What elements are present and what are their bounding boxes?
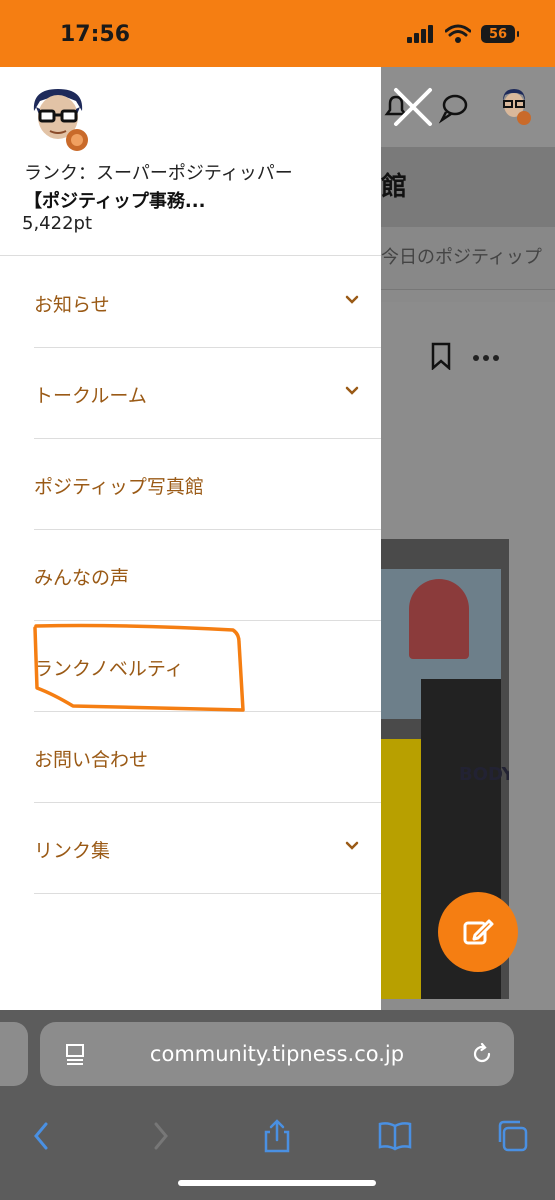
tabs-icon[interactable] xyxy=(494,1118,530,1154)
reload-icon[interactable] xyxy=(470,1042,494,1066)
wifi-icon xyxy=(445,24,471,43)
bookmarks-icon[interactable] xyxy=(377,1118,413,1154)
highlight-annotation xyxy=(33,623,245,712)
address-bar[interactable]: community.tipness.co.jp xyxy=(40,1022,514,1086)
status-icons: 56 xyxy=(407,24,519,44)
menu-item-label: お知らせ xyxy=(34,294,110,316)
battery-icon: 56 xyxy=(481,25,519,43)
forward-icon[interactable] xyxy=(142,1118,178,1154)
edit-icon xyxy=(463,919,494,945)
user-name: 【ポジティップ事務... xyxy=(24,191,206,212)
menu-item-contact[interactable]: お問い合わせ xyxy=(34,712,381,803)
chevron-down-icon xyxy=(345,841,359,850)
chevron-down-icon xyxy=(345,295,359,304)
browser-address-area: community.tipness.co.jp xyxy=(0,1010,555,1100)
photo-text: BODY xyxy=(459,764,509,785)
compose-button[interactable] xyxy=(438,892,518,972)
menu-item-news[interactable]: お知らせ xyxy=(34,257,381,348)
divider xyxy=(0,255,381,256)
menu-item-label: リンク集 xyxy=(34,840,111,862)
user-points: 5,422pt xyxy=(22,213,93,234)
browser-toolbar xyxy=(0,1100,555,1200)
menu-item-label: みんなの声 xyxy=(34,567,130,589)
bookmark-icon xyxy=(431,342,451,370)
background-tab: 今日のポジティップ xyxy=(381,227,555,290)
previous-tab[interactable] xyxy=(0,1022,28,1086)
menu-item-label: トークルーム xyxy=(34,385,147,407)
menu-item-label: お問い合わせ xyxy=(34,749,149,771)
url-text: community.tipness.co.jp xyxy=(149,1042,405,1066)
home-indicator xyxy=(178,1180,376,1186)
menu-item-voices[interactable]: みんなの声 xyxy=(34,530,381,621)
background-page: 館 今日のポジティップ BODY xyxy=(381,67,555,1010)
status-bar: 17:56 56 xyxy=(0,0,555,67)
menu-item-photo-gallery[interactable]: ポジティップ写真館 xyxy=(34,439,381,530)
back-icon[interactable] xyxy=(24,1118,60,1154)
side-drawer: ランク：スーパーポジティッパー 【ポジティップ事務... 5,422pt お知ら… xyxy=(0,67,381,1010)
status-time: 17:56 xyxy=(60,22,131,47)
background-title: 館 xyxy=(381,147,555,227)
menu-item-talkroom[interactable]: トークルーム xyxy=(34,348,381,439)
drawer-menu: お知らせ トークルーム ポジティップ写真館 みんなの声 ランクノベルティ お問い… xyxy=(34,257,381,894)
user-avatar-small xyxy=(503,89,531,125)
chat-icon xyxy=(438,94,468,124)
menu-item-links[interactable]: リンク集 xyxy=(34,803,381,894)
close-icon[interactable] xyxy=(392,86,434,128)
user-rank: ランク：スーパーポジティッパー xyxy=(24,163,293,184)
signal-icon xyxy=(407,25,433,43)
more-icon xyxy=(473,355,499,361)
share-icon[interactable] xyxy=(259,1118,295,1154)
menu-item-label: ポジティップ写真館 xyxy=(34,476,204,498)
chevron-down-icon xyxy=(345,386,359,395)
user-avatar xyxy=(33,89,88,151)
